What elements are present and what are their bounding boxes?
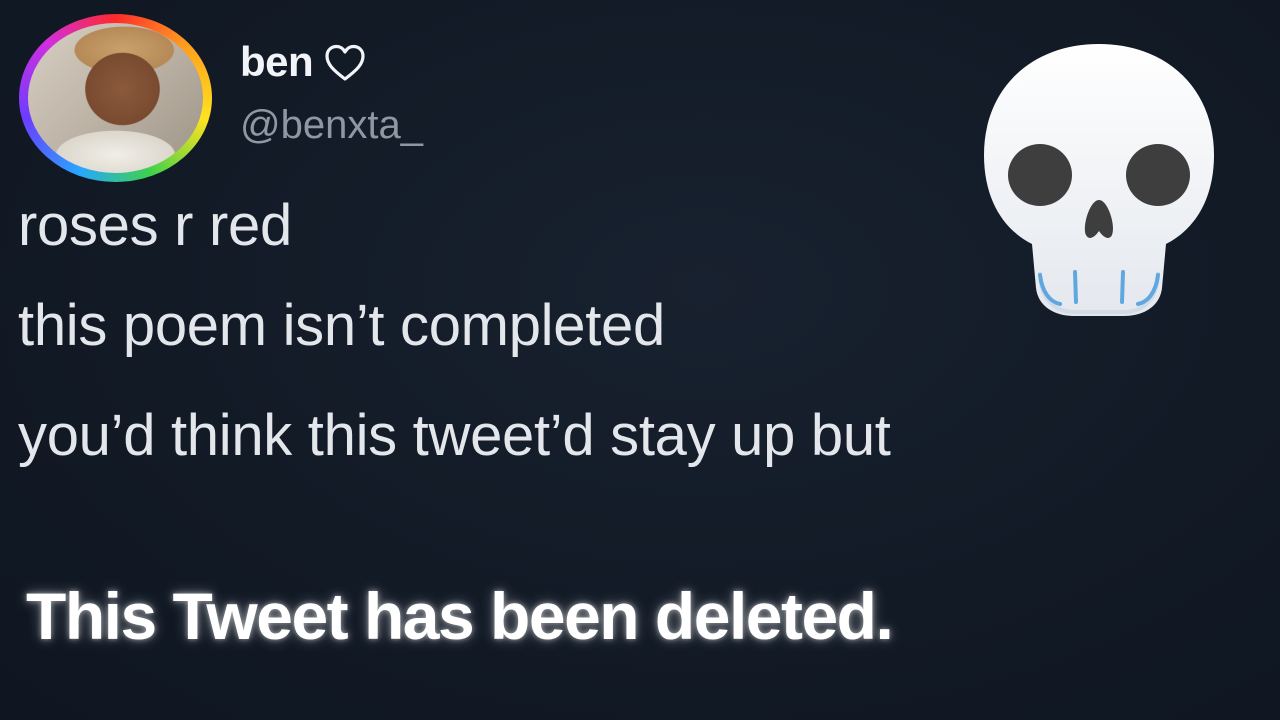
- tweet-text-line-1: roses r red: [18, 193, 292, 258]
- heart-outline-icon: [325, 44, 365, 81]
- avatar-photo: [28, 23, 203, 173]
- display-name[interactable]: ben: [240, 38, 367, 86]
- skull-emoji-icon: [984, 44, 1214, 316]
- tweet-text-line-3: you’d think this tweet’d stay up but: [18, 403, 891, 468]
- tweet-deleted-message: This Tweet has been deleted.: [26, 579, 894, 653]
- user-handle[interactable]: @benxta_: [240, 103, 423, 148]
- tweet-text-line-2: this poem isn’t completed: [18, 293, 665, 358]
- avatar[interactable]: [19, 14, 212, 182]
- display-name-text: ben: [240, 38, 314, 85]
